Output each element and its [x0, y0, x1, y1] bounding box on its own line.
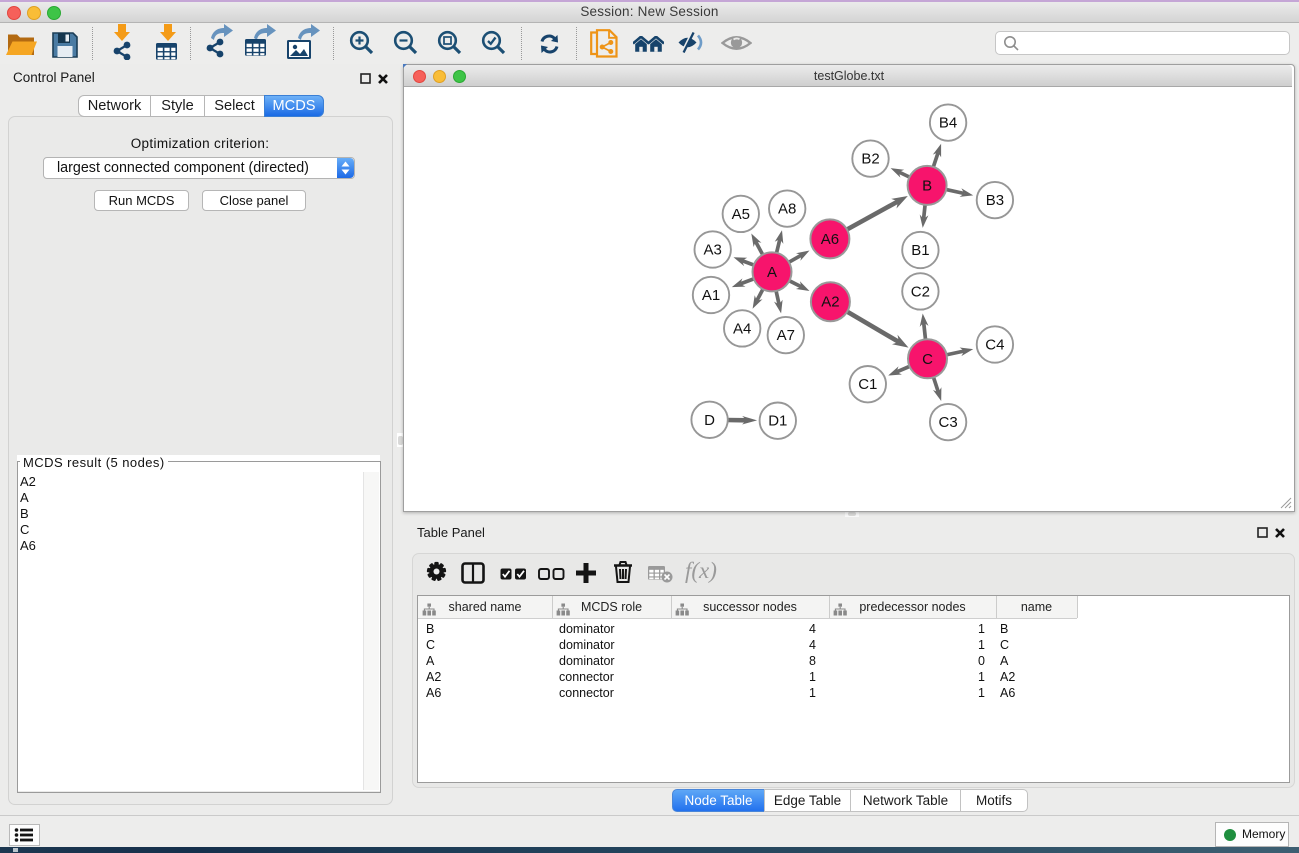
svg-text:B: B	[922, 177, 932, 194]
svg-text:A6: A6	[821, 231, 839, 248]
svg-text:A5: A5	[732, 206, 750, 223]
svg-text:A7: A7	[777, 327, 795, 344]
svg-text:C3: C3	[939, 414, 958, 431]
svg-text:A8: A8	[778, 201, 796, 218]
svg-text:A: A	[767, 264, 777, 281]
svg-text:C1: C1	[858, 376, 877, 393]
svg-text:A3: A3	[704, 242, 722, 259]
svg-text:B1: B1	[911, 242, 929, 259]
svg-text:A1: A1	[702, 287, 720, 304]
svg-text:B2: B2	[861, 151, 879, 168]
svg-text:C2: C2	[911, 283, 930, 300]
svg-text:D: D	[704, 412, 715, 429]
svg-text:D1: D1	[768, 413, 787, 430]
svg-text:C4: C4	[985, 337, 1004, 354]
svg-text:C: C	[922, 351, 933, 368]
svg-text:B4: B4	[939, 115, 957, 132]
svg-text:A2: A2	[821, 294, 839, 311]
svg-text:A4: A4	[733, 320, 751, 337]
svg-text:B3: B3	[986, 192, 1004, 209]
